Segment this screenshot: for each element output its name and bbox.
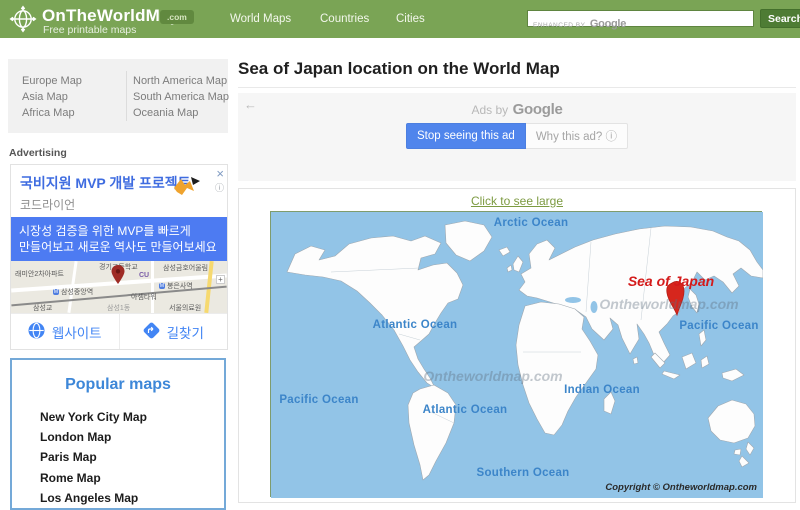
see-large-link[interactable]: Click to see large	[239, 194, 795, 208]
ad-banner-line1: 시장성 검증을 위한 MVP를 빠르게	[19, 223, 219, 239]
column-divider	[126, 71, 127, 121]
ads-by-google-label: Ads by Google	[238, 101, 796, 119]
link-europe-map[interactable]: Europe Map	[22, 75, 82, 87]
nav-world-maps[interactable]: World Maps	[230, 13, 291, 25]
ad-directions-button[interactable]: 길찾기	[119, 314, 228, 349]
ad-website-button[interactable]: 웹사이트	[11, 314, 119, 349]
link-rome-map[interactable]: Rome Map	[40, 471, 101, 485]
ad-website-label: 웹사이트	[52, 322, 102, 342]
ad-banner-text[interactable]: 시장성 검증을 위한 MVP를 빠르게 만들어보고 새로운 역사도 만들어보세요	[11, 217, 227, 261]
label-sea-of-japan: Sea of Japan	[628, 273, 714, 289]
globe-compass-icon[interactable]	[9, 5, 37, 38]
map-label: 삼성금호어울림	[163, 263, 208, 273]
link-north-america-map[interactable]: North America Map	[133, 75, 227, 87]
map-card: Click to see large	[238, 188, 796, 503]
page-title: Sea of Japan location on the World Map	[238, 59, 796, 79]
google-ad-panel: ← Ads by Google Stop seeing this ad Why …	[238, 93, 796, 181]
search-box: ENHANCED BY Google	[527, 10, 754, 27]
map-label: CU	[139, 272, 149, 279]
globe-icon	[28, 322, 45, 342]
search-button[interactable]: Search	[760, 9, 800, 28]
ad-info-icon[interactable]: ⓘ	[215, 181, 224, 194]
label-southern-ocean: Southern Ocean	[476, 467, 569, 479]
map-label: 삼성교	[33, 303, 52, 313]
link-paris-map[interactable]: Paris Map	[40, 450, 97, 464]
link-asia-map[interactable]: Asia Map	[22, 91, 68, 103]
link-africa-map[interactable]: Africa Map	[22, 107, 75, 119]
link-new-york-city-map[interactable]: New York City Map	[40, 410, 147, 424]
site-header: OnTheWorldMap .com Free printable maps W…	[0, 0, 800, 38]
divider	[238, 87, 796, 88]
world-map-image[interactable]: Arctic Ocean Atlantic Ocean Pacific Ocea…	[270, 211, 762, 497]
map-label: 삼성중앙역	[61, 289, 93, 296]
label-atlantic-ocean-north: Atlantic Ocean	[373, 319, 458, 331]
map-label: 봉은사역	[167, 283, 193, 290]
continent-links-box: Europe Map Asia Map Africa Map North Ame…	[8, 59, 228, 133]
map-label: 삼성1동	[107, 303, 130, 313]
label-pacific-ocean-right: Pacific Ocean	[679, 320, 758, 332]
ad-button-row: 웹사이트 길찾기	[11, 313, 227, 349]
map-pin-icon	[111, 265, 125, 290]
search-input[interactable]	[528, 11, 753, 26]
ad-banner-line2: 만들어보고 새로운 역사도 만들어보세요	[19, 239, 219, 255]
ad-advertiser: 코드라이언	[20, 196, 75, 213]
nav-cities[interactable]: Cities	[396, 13, 425, 25]
metro-icon: M	[53, 289, 59, 295]
map-copyright: Copyright © Ontheworldmap.com	[605, 482, 757, 493]
label-indian-ocean: Indian Ocean	[564, 384, 640, 396]
metro-icon: M	[159, 283, 165, 289]
logo-com-badge: .com	[160, 10, 194, 24]
popular-maps-box: Popular maps New York City Map London Ma…	[10, 358, 226, 510]
popular-maps-title: Popular maps	[12, 376, 224, 394]
label-pacific-ocean-left: Pacific Ocean	[279, 394, 358, 406]
label-arctic-ocean: Arctic Ocean	[494, 217, 569, 229]
directions-icon	[143, 322, 160, 342]
sidebar-ad[interactable]: 국비지원 MVP 개발 프로젝트 코드라이언 × ⓘ 시장성 검증을 위한 MV…	[10, 164, 228, 350]
link-london-map[interactable]: London Map	[40, 430, 111, 444]
map-zoom-plus-button[interactable]: +	[216, 275, 225, 284]
why-this-ad-button[interactable]: Why this ad? ⓘ	[526, 123, 628, 149]
map-label: 서울의료원	[169, 303, 201, 313]
world-map-svg	[271, 212, 763, 498]
ad-directions-label: 길찾기	[167, 322, 204, 342]
link-oceania-map[interactable]: Oceania Map	[133, 107, 198, 119]
site-tagline: Free printable maps	[43, 24, 136, 36]
nav-countries[interactable]: Countries	[320, 13, 369, 25]
ad-title-link[interactable]: 국비지원 MVP 개발 프로젝트	[20, 173, 191, 193]
map-label: 래미안2차아파트	[15, 269, 64, 279]
advertising-label: Advertising	[9, 147, 67, 159]
stop-seeing-ad-button[interactable]: Stop seeing this ad	[406, 123, 526, 149]
map-label: 아셈타워	[131, 292, 157, 302]
advertiser-logo-icon	[171, 175, 201, 204]
link-los-angeles-map[interactable]: Los Angeles Map	[40, 491, 138, 505]
link-south-america-map[interactable]: South America Map	[133, 91, 229, 103]
ad-close-icon[interactable]: ×	[216, 166, 224, 181]
map-road	[151, 261, 154, 313]
watermark-top: Ontheworldmap.com	[599, 296, 738, 312]
ad-map-thumbnail[interactable]: 래미안2차아파트 경기고등학교 CU 삼성금호어울림 M 삼성중앙역 M 봉은사…	[11, 261, 227, 313]
label-atlantic-ocean-south: Atlantic Ocean	[423, 404, 508, 416]
watermark-center: Ontheworldmap.com	[423, 368, 562, 384]
